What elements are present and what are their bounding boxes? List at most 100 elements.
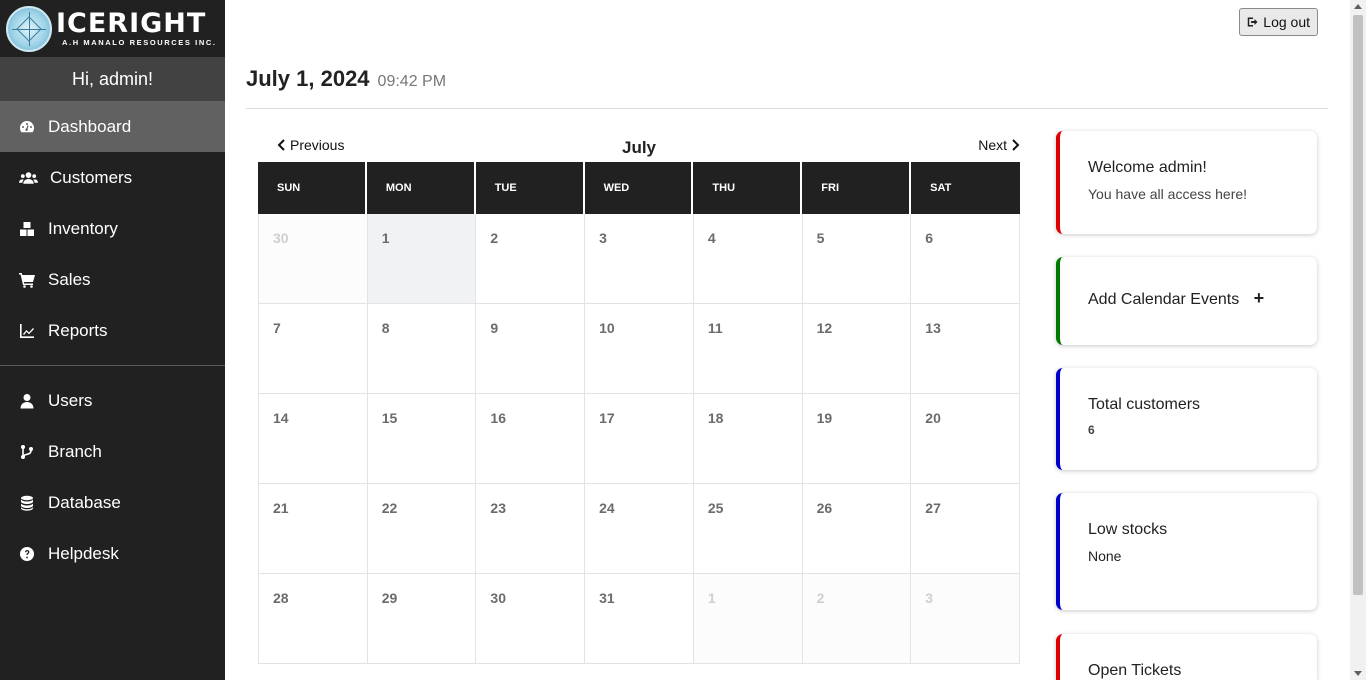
open-tickets-title: Open Tickets	[1088, 662, 1182, 679]
calendar-day-cell[interactable]: 20	[911, 394, 1020, 484]
chevron-right-icon	[1012, 139, 1020, 151]
calendar-day-cell[interactable]: 31	[585, 574, 694, 664]
sidebar-item-database[interactable]: Database	[0, 477, 225, 528]
current-date: July 1, 2024	[246, 66, 370, 91]
shopping-cart-icon	[18, 271, 36, 289]
chart-line-icon	[18, 322, 36, 340]
total-customers-card: Total customers 6	[1056, 368, 1317, 470]
calendar-day-cell[interactable]: 18	[693, 394, 803, 484]
sidebar-item-label: Customers	[50, 167, 133, 187]
scroll-up-icon[interactable]	[1354, 4, 1362, 9]
calendar-day-cell[interactable]: 17	[585, 394, 694, 484]
tachometer-icon	[18, 118, 36, 136]
weekday-thu: THU	[693, 162, 803, 214]
date-header: July 1, 2024 09:42 PM	[246, 66, 446, 92]
page-scrollbar[interactable]	[1350, 0, 1366, 680]
calendar-weekday-header: SUN MON TUE WED THU FRI SAT	[258, 162, 1020, 214]
calendar-day-cell[interactable]: 3	[911, 574, 1020, 664]
weekday-tue: TUE	[476, 162, 585, 214]
weekday-mon: MON	[367, 162, 476, 214]
calendar-day-cell[interactable]: 13	[911, 304, 1020, 394]
low-stocks-card: Low stocks None	[1056, 493, 1317, 610]
calendar-day-cell[interactable]: 22	[367, 484, 477, 574]
calendar-day-cell[interactable]: 23	[476, 484, 586, 574]
calendar-day-cell[interactable]: 11	[693, 304, 803, 394]
calendar-day-cell[interactable]: 28	[259, 574, 368, 664]
calendar-day-cell[interactable]: 2	[802, 574, 912, 664]
sidebar-item-dashboard[interactable]: Dashboard	[0, 101, 225, 152]
calendar-day-cell[interactable]: 6	[911, 214, 1020, 304]
calendar-day-cell[interactable]: 14	[259, 394, 368, 484]
calendar-day-cell[interactable]: 21	[259, 484, 368, 574]
low-stocks-title: Low stocks	[1088, 521, 1168, 538]
sidebar-item-label: Inventory	[48, 218, 118, 238]
calendar-next-button[interactable]: Next	[978, 137, 1020, 153]
user-icon	[18, 392, 36, 410]
sidebar-item-sales[interactable]: Sales	[0, 254, 225, 305]
calendar-day-cell-today[interactable]: 1	[367, 214, 477, 304]
sidebar-item-inventory[interactable]: Inventory	[0, 203, 225, 254]
scroll-down-icon[interactable]	[1354, 671, 1362, 676]
calendar-day-cell[interactable]: 5	[802, 214, 912, 304]
calendar-day-cell[interactable]: 30	[476, 574, 586, 664]
calendar-next-label: Next	[978, 137, 1007, 153]
calendar-day-cell[interactable]: 25	[693, 484, 803, 574]
calendar-day-cell[interactable]: 29	[367, 574, 477, 664]
sidebar-item-helpdesk[interactable]: Helpdesk	[0, 528, 225, 579]
sidebar-item-label: Database	[48, 492, 121, 512]
question-circle-icon	[18, 545, 36, 563]
calendar-day-cell[interactable]: 9	[476, 304, 586, 394]
sidebar-item-branch[interactable]: Branch	[0, 426, 225, 477]
sidebar-item-label: Sales	[48, 269, 91, 289]
total-customers-value: 6	[1088, 423, 1095, 437]
logout-label: Log out	[1263, 14, 1310, 30]
total-customers-title: Total customers	[1088, 396, 1201, 413]
sidebar: ICERIGHT A.H MANALO RESOURCES INC. Hi, a…	[0, 0, 225, 680]
calendar-day-cell[interactable]: 12	[802, 304, 912, 394]
calendar-grid: SUN MON TUE WED THU FRI SAT 30 1 2 3 4 5…	[258, 162, 1020, 664]
users-icon	[18, 169, 38, 187]
plus-icon[interactable]: +	[1254, 288, 1265, 309]
sidebar-item-reports[interactable]: Reports	[0, 305, 225, 356]
calendar-day-cell[interactable]: 30	[259, 214, 368, 304]
calendar-month-title: July	[621, 138, 657, 157]
add-calendar-events-card[interactable]: Add Calendar Events +	[1056, 257, 1317, 345]
low-stocks-value: None	[1088, 548, 1122, 564]
calendar-day-cell[interactable]: 26	[802, 484, 912, 574]
sidebar-item-label: Users	[48, 390, 93, 410]
weekday-sun: SUN	[258, 162, 367, 214]
header-divider	[246, 108, 1328, 109]
sidebar-item-users[interactable]: Users	[0, 375, 225, 426]
calendar-day-cell[interactable]: 24	[585, 484, 694, 574]
calendar-day-cell[interactable]: 15	[367, 394, 477, 484]
calendar-day-cell[interactable]: 1	[693, 574, 803, 664]
brand-subtitle: A.H MANALO RESOURCES INC.	[62, 38, 217, 48]
weekday-wed: WED	[585, 162, 694, 214]
calendar-day-cell[interactable]: 19	[802, 394, 912, 484]
calendar-body: 30 1 2 3 4 5 6 7 8 9 10 11 12 13 14 15 1…	[258, 214, 1020, 664]
weekday-fri: FRI	[802, 162, 912, 214]
sidebar-item-customers[interactable]: Customers	[0, 152, 225, 203]
weekday-sat: SAT	[930, 182, 952, 194]
welcome-card: Welcome admin! You have all access here!	[1056, 131, 1317, 234]
logo-emblem-icon	[6, 5, 52, 52]
sidebar-item-label: Dashboard	[48, 116, 132, 136]
calendar-day-cell[interactable]: 27	[911, 484, 1020, 574]
brand-title: ICERIGHT	[56, 8, 207, 40]
calendar-day-cell[interactable]: 10	[585, 304, 694, 394]
add-calendar-events-label: Add Calendar Events	[1088, 291, 1240, 308]
calendar-nav: Previous July Next	[258, 134, 1020, 158]
calendar-day-cell[interactable]: 7	[259, 304, 368, 394]
logout-button[interactable]: Log out	[1239, 8, 1318, 36]
calendar-day-cell[interactable]: 16	[476, 394, 586, 484]
calendar-day-cell[interactable]: 2	[476, 214, 586, 304]
calendar-day-cell[interactable]: 3	[585, 214, 694, 304]
calendar-day-cell[interactable]: 8	[367, 304, 477, 394]
sidebar-item-label: Branch	[48, 441, 102, 461]
calendar-day-cell[interactable]: 4	[693, 214, 803, 304]
sidebar-item-label: Reports	[48, 320, 108, 340]
scroll-thumb[interactable]	[1353, 15, 1363, 595]
main-content: Log out July 1, 2024 09:42 PM Previous J…	[225, 0, 1350, 680]
brand-logo[interactable]: ICERIGHT A.H MANALO RESOURCES INC.	[0, 0, 225, 57]
sidebar-divider	[0, 365, 225, 366]
